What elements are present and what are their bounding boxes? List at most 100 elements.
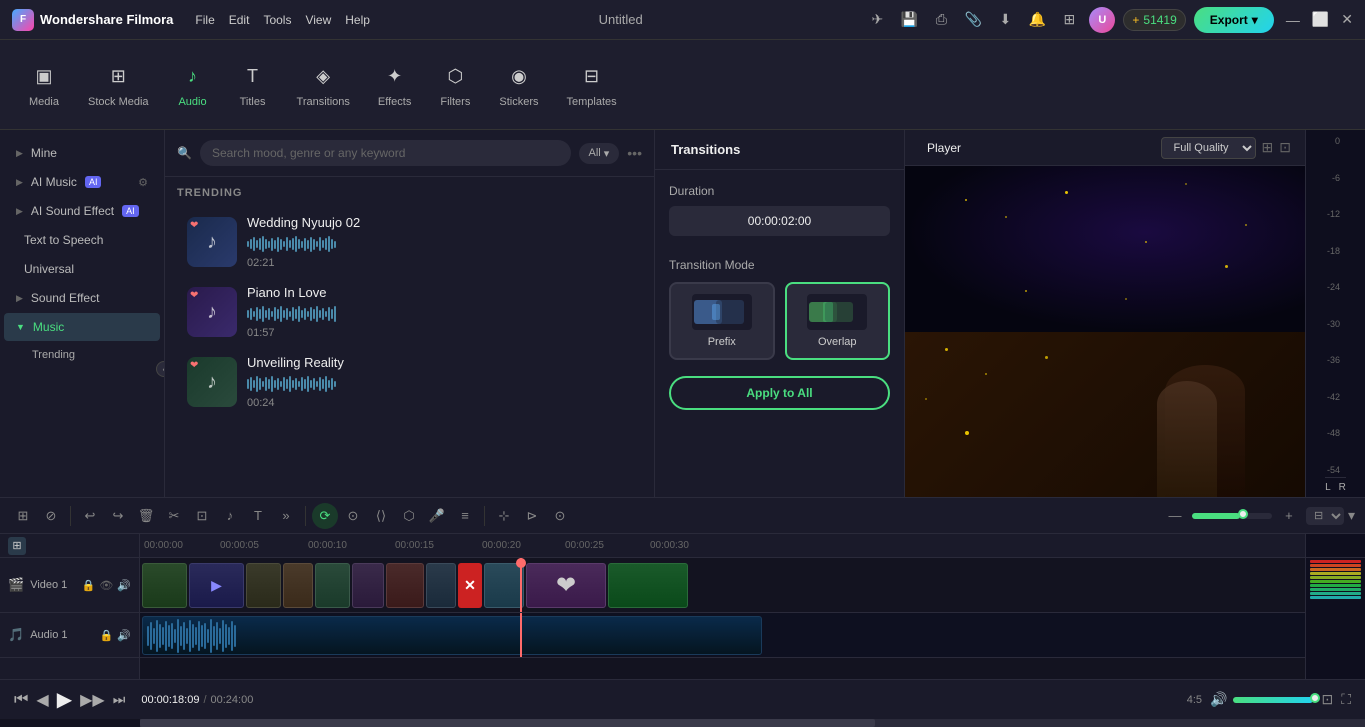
sidebar-item-sound-effect[interactable]: ▶ Sound Effect xyxy=(4,284,160,312)
expand-select[interactable]: ⊟ xyxy=(1306,507,1344,525)
subtitle-tool[interactable]: ≡ xyxy=(452,503,478,529)
audio-tool[interactable]: ♪ xyxy=(217,503,243,529)
sticker-tool[interactable]: ⊙ xyxy=(340,503,366,529)
ai-tool[interactable]: ⟨⟩ xyxy=(368,503,394,529)
playback-end[interactable]: ⏭ xyxy=(113,691,126,708)
search-input[interactable] xyxy=(200,140,571,166)
menu-tools[interactable]: Tools xyxy=(257,9,297,31)
record-tool[interactable]: ⊙ xyxy=(547,503,573,529)
clip-6[interactable] xyxy=(352,563,384,608)
menu-file[interactable]: File xyxy=(189,9,220,31)
clip-5[interactable] xyxy=(315,563,350,608)
send-icon[interactable]: ✈ xyxy=(865,8,889,32)
clip-7[interactable] xyxy=(386,563,424,608)
playback-fwd[interactable]: ▶▶ xyxy=(80,690,105,710)
user-avatar[interactable]: U xyxy=(1089,7,1115,33)
expand-tool[interactable]: » xyxy=(273,503,299,529)
bell-icon[interactable]: 🔔 xyxy=(1025,8,1049,32)
video-volume-icon[interactable]: 🔊 xyxy=(117,579,131,592)
add-track-icon[interactable]: ⊞ xyxy=(8,537,26,555)
audio-item[interactable]: ❤ ♪ ▶ Unveiling Reality 00:24 xyxy=(177,347,642,417)
grid-view-icon[interactable]: ⊞ xyxy=(1262,139,1274,156)
zoom-slider-thumb[interactable] xyxy=(1238,509,1248,519)
magnet-tool[interactable]: ⊘ xyxy=(38,503,64,529)
toolbar-templates[interactable]: ⊟ Templates xyxy=(554,56,628,114)
clip-8[interactable] xyxy=(426,563,456,608)
menu-help[interactable]: Help xyxy=(339,9,376,31)
playback-play[interactable]: ▶ xyxy=(57,687,72,712)
close-button[interactable]: ✕ xyxy=(1341,11,1353,28)
toolbar-stock[interactable]: ⊞ Stock Media xyxy=(76,56,161,114)
clip-end[interactable] xyxy=(608,563,688,608)
volume-thumb[interactable] xyxy=(1310,693,1320,703)
clip-4[interactable] xyxy=(283,563,313,608)
audio-item[interactable]: ❤ ♪ ▶ Wedding Nyuujo 02 02:21 xyxy=(177,207,642,277)
sidebar-item-tts[interactable]: Text to Speech xyxy=(4,226,160,254)
sidebar-item-trending[interactable]: Trending xyxy=(4,342,160,368)
crop-icon[interactable]: ⊡ xyxy=(1321,691,1333,708)
sidebar-item-mine[interactable]: ▶ Mine xyxy=(4,139,160,167)
fit-view-icon[interactable]: ⊡ xyxy=(1279,139,1291,156)
clip-heart[interactable]: ❤ xyxy=(526,563,606,608)
download-icon[interactable]: ⬇ xyxy=(993,8,1017,32)
toolbar-transitions[interactable]: ◈ Transitions xyxy=(285,56,362,114)
crop-tool[interactable]: ⊡ xyxy=(189,503,215,529)
playback-prev[interactable]: ⏮ xyxy=(14,691,28,709)
text-tool[interactable]: T xyxy=(245,503,271,529)
fullscreen-icon[interactable]: ⛶ xyxy=(1341,691,1351,708)
expand-icon[interactable]: ▾ xyxy=(1348,507,1355,524)
tab-player[interactable]: Player xyxy=(919,137,969,159)
delete-tool[interactable]: 🗑 xyxy=(133,503,159,529)
clip-2[interactable]: ▶ xyxy=(189,563,244,608)
mic-tool[interactable]: 🎤 xyxy=(424,503,450,529)
audio-clip-waveform[interactable] xyxy=(142,616,762,655)
toolbar-audio[interactable]: ♪ Audio xyxy=(165,56,221,114)
split-tool[interactable]: ✂ xyxy=(161,503,187,529)
clip-3[interactable] xyxy=(246,563,281,608)
sidebar-item-music[interactable]: ▼ Music xyxy=(4,313,160,341)
zoom-out-tool[interactable]: — xyxy=(1162,503,1188,529)
redo-tool[interactable]: ↪ xyxy=(105,503,131,529)
undo-tool[interactable]: ↩ xyxy=(77,503,103,529)
sidebar-item-ai-sound[interactable]: ▶ AI Sound Effect AI xyxy=(4,197,160,225)
video-lock-icon[interactable]: 🔒 xyxy=(82,579,96,592)
sidebar-item-ai-music[interactable]: ▶ AI Music AI ⚙ xyxy=(4,168,160,196)
timeline-scrollbar[interactable] xyxy=(140,719,1365,727)
audio-lock-icon[interactable]: 🔒 xyxy=(100,629,114,642)
menu-view[interactable]: View xyxy=(299,9,337,31)
save-icon[interactable]: 💾 xyxy=(897,8,921,32)
mask-tool[interactable]: ⬡ xyxy=(396,503,422,529)
sidebar-collapse-button[interactable]: ‹ xyxy=(156,361,165,377)
ai-music-settings-icon[interactable]: ⚙ xyxy=(138,176,148,189)
loop-tool[interactable]: ⟳ xyxy=(312,503,338,529)
filter-button[interactable]: All ▾ xyxy=(579,143,620,164)
toolbar-effects[interactable]: ✦ Effects xyxy=(366,56,423,114)
toolbar-media[interactable]: ▣ Media xyxy=(16,56,72,114)
playback-back[interactable]: ◀ xyxy=(36,690,48,710)
scene-cut-tool[interactable]: ⊞ xyxy=(10,503,36,529)
mode-prefix[interactable]: Prefix xyxy=(669,282,775,360)
video-eye-icon[interactable]: 👁 xyxy=(99,579,113,592)
audio-volume-icon[interactable]: 🔊 xyxy=(117,629,131,642)
clip-1[interactable] xyxy=(142,563,187,608)
scrollbar-thumb[interactable] xyxy=(140,719,875,727)
apps-icon[interactable]: ⊞ xyxy=(1057,8,1081,32)
minimize-button[interactable]: — xyxy=(1286,12,1300,28)
duration-input[interactable] xyxy=(669,206,890,236)
clip-icon[interactable]: 📎 xyxy=(961,8,985,32)
maximize-button[interactable]: ⬜ xyxy=(1312,11,1329,28)
mode-overlap[interactable]: Overlap xyxy=(785,282,891,360)
toolbar-stickers[interactable]: ◉ Stickers xyxy=(487,56,550,114)
speed-tool[interactable]: ⊳ xyxy=(519,503,545,529)
toolbar-filters[interactable]: ⬡ Filters xyxy=(427,56,483,114)
zoom-in-tool[interactable]: + xyxy=(1276,503,1302,529)
toolbar-titles[interactable]: T Titles xyxy=(225,56,281,114)
share-icon[interactable]: ⎙ xyxy=(929,8,953,32)
transform-tool[interactable]: ⊹ xyxy=(491,503,517,529)
clip-9[interactable] xyxy=(484,563,524,608)
apply-to-all-button[interactable]: Apply to All xyxy=(669,376,890,410)
export-button[interactable]: Export ▾ xyxy=(1194,7,1274,33)
sidebar-item-universal[interactable]: Universal xyxy=(4,255,160,283)
audio-item[interactable]: ❤ ♪ ▶ Piano In Love 01:57 xyxy=(177,277,642,347)
clip-cut[interactable]: ✕ xyxy=(458,563,482,608)
